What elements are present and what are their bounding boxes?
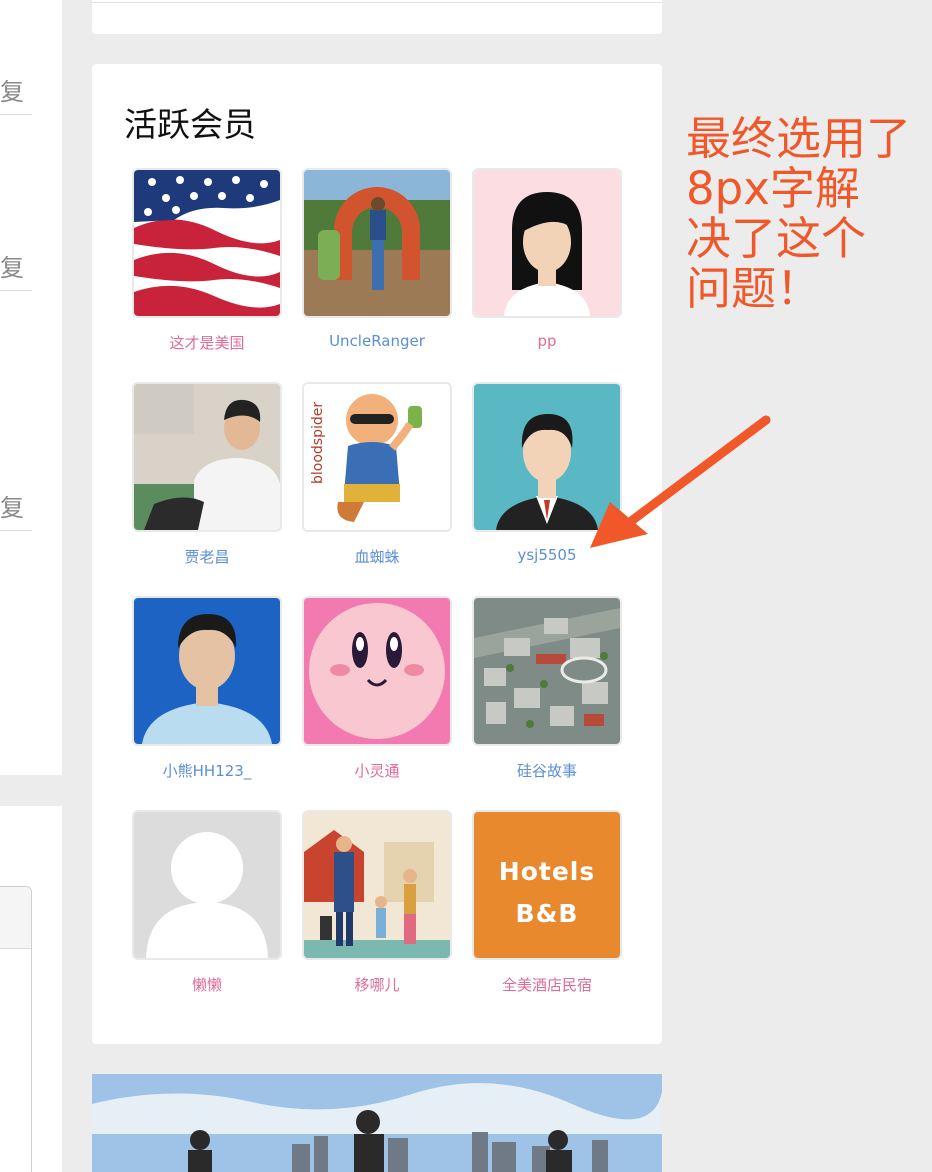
logo-text: B&B	[516, 899, 579, 928]
widget-title: 活跃会员	[124, 105, 256, 144]
reply-link[interactable]: 复	[0, 488, 24, 523]
annotation-line: 8px字解	[686, 162, 860, 215]
member-name[interactable]: 血蜘蛛	[302, 546, 452, 567]
member-name[interactable]: UncleRanger	[302, 332, 452, 350]
member-name[interactable]: 小灵通	[302, 760, 452, 781]
top-widget-panel	[92, 0, 662, 34]
reply-link[interactable]: 复	[0, 72, 24, 107]
member-card[interactable]: bloodspider 血蜘蛛	[302, 382, 452, 582]
member-name[interactable]: pp	[472, 332, 622, 350]
member-card[interactable]: 这才是美国	[132, 168, 282, 368]
member-card[interactable]: pp	[472, 168, 622, 368]
logo-text: Hotels	[499, 857, 595, 886]
annotation-note: 最终选用了 8px字解 决了这个 问题！	[686, 114, 932, 314]
divider	[0, 530, 32, 531]
member-name[interactable]: 这才是美国	[132, 332, 282, 353]
member-name[interactable]: 懒懒	[132, 974, 282, 995]
us-flag-avatar[interactable]	[132, 168, 282, 318]
member-card[interactable]: 移哪儿	[302, 810, 452, 1010]
annotation-line: 决了这个	[686, 212, 867, 265]
member-card[interactable]: 硅谷故事	[472, 596, 622, 796]
member-card[interactable]: 小熊HH123_	[132, 596, 282, 796]
member-card[interactable]: UncleRanger	[302, 168, 452, 368]
kirby-face[interactable]	[302, 596, 452, 746]
member-card[interactable]: Hotels B&B 全美酒店民宿	[472, 810, 622, 1010]
divider	[92, 2, 662, 3]
hotels-bnb-logo[interactable]: Hotels B&B	[472, 810, 622, 960]
member-name[interactable]: 硅谷故事	[472, 760, 622, 781]
id-photo[interactable]	[132, 596, 282, 746]
android-sculpture-photo[interactable]	[302, 168, 452, 318]
member-card[interactable]: 贾老昌	[132, 382, 282, 582]
member-name[interactable]: 贾老昌	[132, 546, 282, 567]
man-selfie-photo[interactable]	[132, 382, 282, 532]
travelers-illustration[interactable]	[302, 810, 452, 960]
member-name[interactable]: 全美酒店民宿	[472, 974, 622, 995]
divider	[0, 114, 32, 115]
divider	[0, 290, 32, 291]
left-comment-panel: 复 复 复	[0, 0, 62, 775]
member-name[interactable]: 移哪儿	[302, 974, 452, 995]
left-input-box[interactable]	[0, 886, 32, 1172]
annotation-arrow-icon	[590, 415, 771, 548]
annotation-line: 问题！	[686, 262, 822, 315]
placeholder-silhouette[interactable]	[132, 810, 282, 960]
female-default-avatar[interactable]	[472, 168, 622, 318]
banner-photo[interactable]	[92, 1074, 662, 1172]
left-input-box-header	[0, 887, 31, 949]
annotation-line: 最终选用了	[686, 112, 912, 165]
member-card[interactable]: 懒懒	[132, 810, 282, 1010]
member-card[interactable]: 小灵通	[302, 596, 452, 796]
bloodspider-text: bloodspider	[310, 402, 326, 484]
reply-link[interactable]: 复	[0, 248, 24, 283]
member-name[interactable]: 小熊HH123_	[132, 760, 282, 781]
city-aerial-photo[interactable]	[472, 596, 622, 746]
bloodspider-cartoon[interactable]: bloodspider	[302, 382, 452, 532]
